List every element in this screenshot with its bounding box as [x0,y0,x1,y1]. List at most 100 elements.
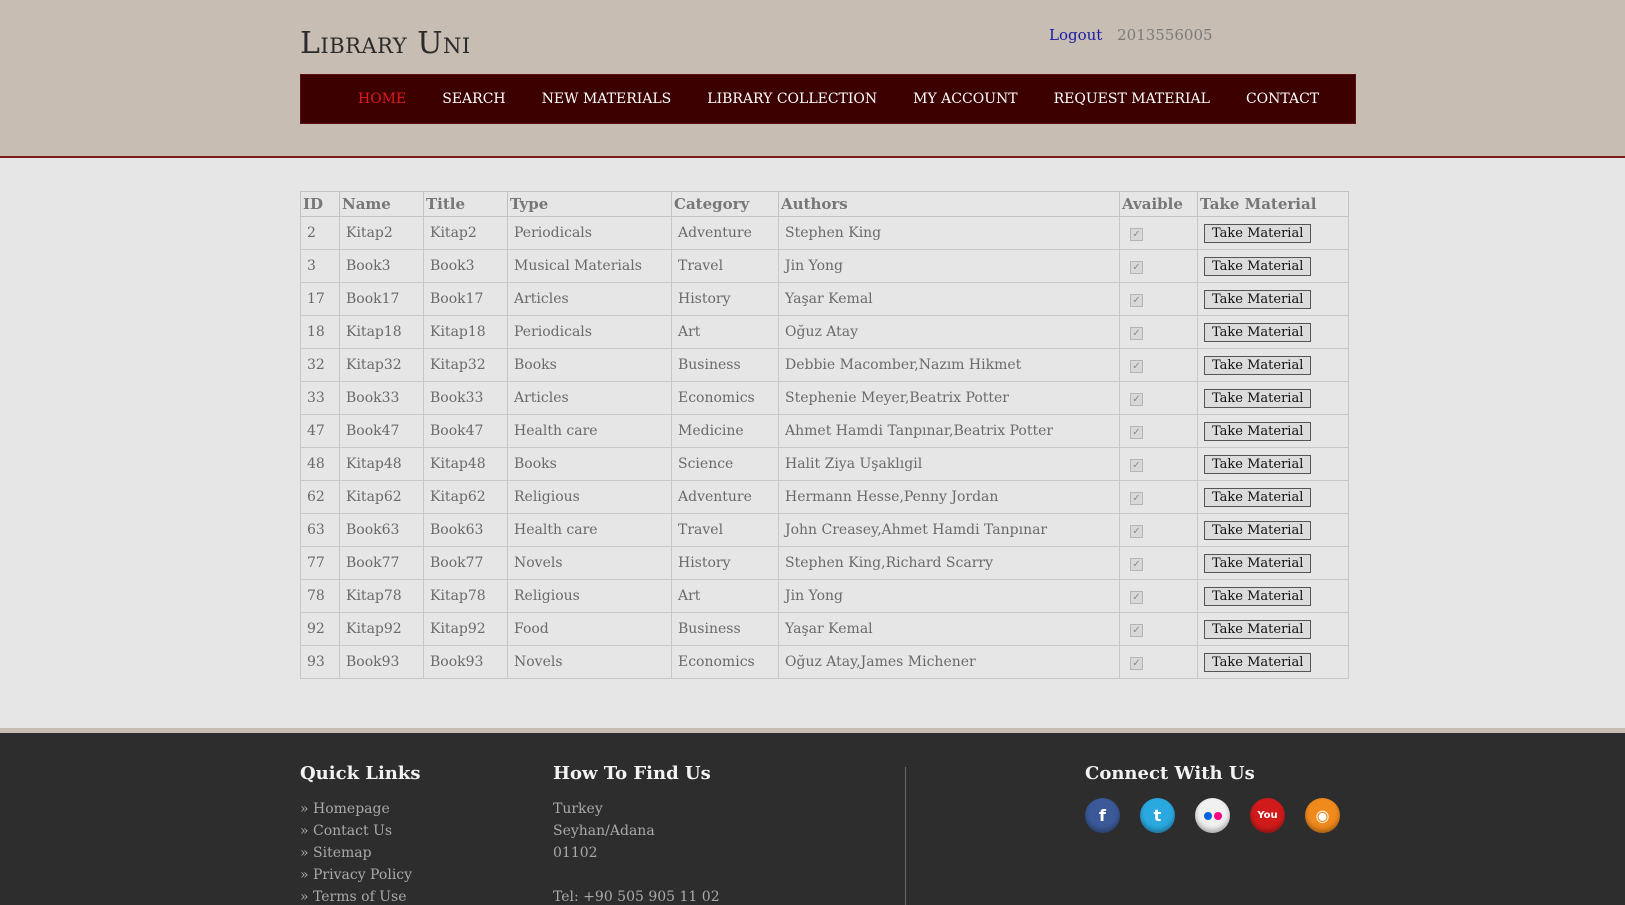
cell-name: Kitap32 [339,348,424,382]
cell-take-material: Take Material [1197,480,1349,514]
available-checkbox: ✓ [1130,393,1143,406]
quick-link[interactable]: » Contact Us [300,823,392,839]
cell-title: Kitap48 [423,447,508,481]
phone-number: Tel: +90 505 905 11 02 [553,889,720,905]
cell-available: ✓ [1119,579,1198,613]
cell-id: 48 [300,447,340,481]
cell-category: Art [671,315,779,349]
cell-id: 17 [300,282,340,316]
cell-type: Books [507,348,672,382]
main-nav: HOME SEARCH NEW MATERIALS LIBRARY COLLECTIO… [300,74,1356,124]
user-id: 2013556005 [1117,26,1213,44]
site-logo[interactable]: Library Uni [300,26,471,61]
cell-authors: Hermann Hesse,Penny Jordan [778,480,1120,514]
cell-type: Food [507,612,672,646]
nav-request-material[interactable]: REQUEST MATERIAL [1054,91,1210,107]
take-material-button[interactable]: Take Material [1204,586,1312,606]
take-material-button[interactable]: Take Material [1204,454,1312,474]
nav-contact[interactable]: CONTACT [1246,91,1319,107]
materials-table-wrap: ID Name Title Type Category Authors Avaible Tak… [300,191,1349,679]
take-material-button[interactable]: Take Material [1204,289,1312,309]
table-row: 48 Kitap48 Kitap48 Books Science Halit Ziya U… [300,447,1349,481]
quick-link[interactable]: » Terms of Use [300,889,406,905]
cell-take-material: Take Material [1197,249,1349,283]
cell-available: ✓ [1119,381,1198,415]
logout-link[interactable]: Logout [1049,26,1102,44]
cell-take-material: Take Material [1197,612,1349,646]
cell-take-material: Take Material [1197,381,1349,415]
cell-id: 2 [300,216,340,250]
column-header: Authors [778,191,1120,217]
take-material-button[interactable]: Take Material [1204,388,1312,408]
user-links: Logout 2013556005 [1049,26,1213,44]
footer-divider [905,767,906,905]
cell-type: Musical Materials [507,249,672,283]
column-header: Title [423,191,508,217]
rss-icon[interactable]: ◉ [1305,798,1340,833]
flickr-icon[interactable] [1195,798,1230,833]
cell-id: 92 [300,612,340,646]
nav-my-account[interactable]: MY ACCOUNT [913,91,1017,107]
cell-category: Economics [671,381,779,415]
take-material-button[interactable]: Take Material [1204,223,1312,243]
cell-title: Kitap92 [423,612,508,646]
take-material-button[interactable]: Take Material [1204,256,1312,276]
cell-title: Book47 [423,414,508,448]
take-material-button[interactable]: Take Material [1204,553,1312,573]
table-row: 77 Book77 Book77 Novels History Stephen King,… [300,546,1349,580]
table-row: 17 Book17 Book17 Articles History Yaşar Kemal… [300,282,1349,316]
quick-link[interactable]: » Privacy Policy [300,867,412,883]
facebook-icon[interactable]: f [1085,798,1120,833]
cell-available: ✓ [1119,645,1198,679]
table-row: 63 Book63 Book63 Health care Travel John Crea… [300,513,1349,547]
column-header: Type [507,191,672,217]
quick-link[interactable]: » Homepage [300,801,390,817]
cell-take-material: Take Material [1197,513,1349,547]
cell-id: 62 [300,480,340,514]
column-header: Name [339,191,424,217]
cell-id: 33 [300,381,340,415]
find-us-title: How To Find Us [553,763,711,784]
cell-authors: Stephen King [778,216,1120,250]
cell-name: Kitap92 [339,612,424,646]
cell-authors: Halit Ziya Uşaklıgil [778,447,1120,481]
cell-available: ✓ [1119,447,1198,481]
column-header: Avaible [1119,191,1198,217]
nav-search[interactable]: SEARCH [442,91,505,107]
cell-available: ✓ [1119,315,1198,349]
cell-category: Science [671,447,779,481]
column-header: Category [671,191,779,217]
take-material-button[interactable]: Take Material [1204,322,1312,342]
nav-library-collection[interactable]: LIBRARY COLLECTION [707,91,877,107]
table-row: 92 Kitap92 Kitap92 Food Business Yaşar Kemal ✓… [300,612,1349,646]
nav-home[interactable]: HOME [358,91,406,107]
take-material-button[interactable]: Take Material [1204,421,1312,441]
cell-category: Adventure [671,216,779,250]
cell-title: Kitap32 [423,348,508,382]
cell-take-material: Take Material [1197,414,1349,448]
cell-authors: Stephen King,Richard Scarry [778,546,1120,580]
quick-link[interactable]: » Sitemap [300,845,372,861]
table-row: 32 Kitap32 Kitap32 Books Business Debbie Maco… [300,348,1349,382]
twitter-icon[interactable]: t [1140,798,1175,833]
cell-name: Book63 [339,513,424,547]
find-us-section: How To Find Us Turkey Seyhan/Adana 01102 T… [553,763,720,905]
materials-table: ID Name Title Type Category Authors Avaible Tak… [300,191,1349,679]
cell-category: Business [671,612,779,646]
take-material-button[interactable]: Take Material [1204,619,1312,639]
take-material-button[interactable]: Take Material [1204,487,1312,507]
cell-id: 77 [300,546,340,580]
take-material-button[interactable]: Take Material [1204,520,1312,540]
quick-links-section: Quick Links » Homepage » Contact Us » Site… [300,763,421,905]
cell-title: Book17 [423,282,508,316]
take-material-button[interactable]: Take Material [1204,652,1312,672]
cell-take-material: Take Material [1197,447,1349,481]
cell-category: Adventure [671,480,779,514]
youtube-icon[interactable]: You [1250,798,1285,833]
available-checkbox: ✓ [1130,492,1143,505]
take-material-button[interactable]: Take Material [1204,355,1312,375]
nav-new-materials[interactable]: NEW MATERIALS [542,91,672,107]
cell-take-material: Take Material [1197,579,1349,613]
site-header: Library Uni Logout 2013556005 HOME SEARCH… [0,0,1625,158]
cell-authors: Oğuz Atay,James Michener [778,645,1120,679]
